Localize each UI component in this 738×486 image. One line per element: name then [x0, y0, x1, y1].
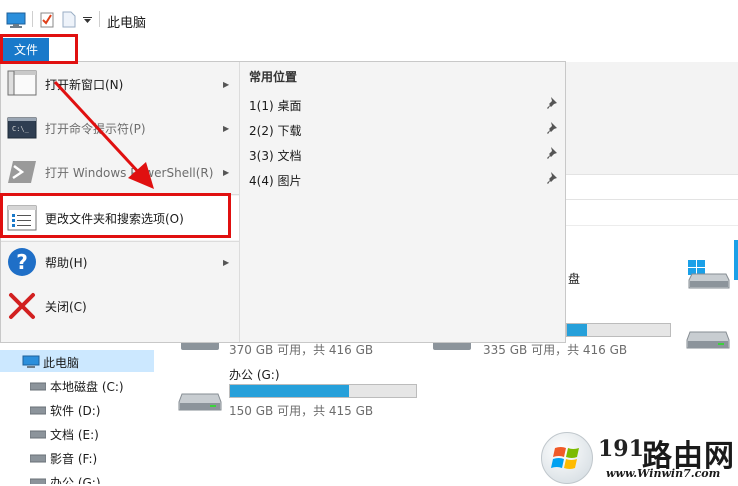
annotation-arrow: [53, 80, 154, 189]
watermark-logo: [541, 432, 593, 484]
windows-logo-icon: [551, 447, 579, 469]
watermark-number: 191: [598, 436, 644, 462]
watermark-url: www.Winwin7.com: [606, 467, 721, 480]
